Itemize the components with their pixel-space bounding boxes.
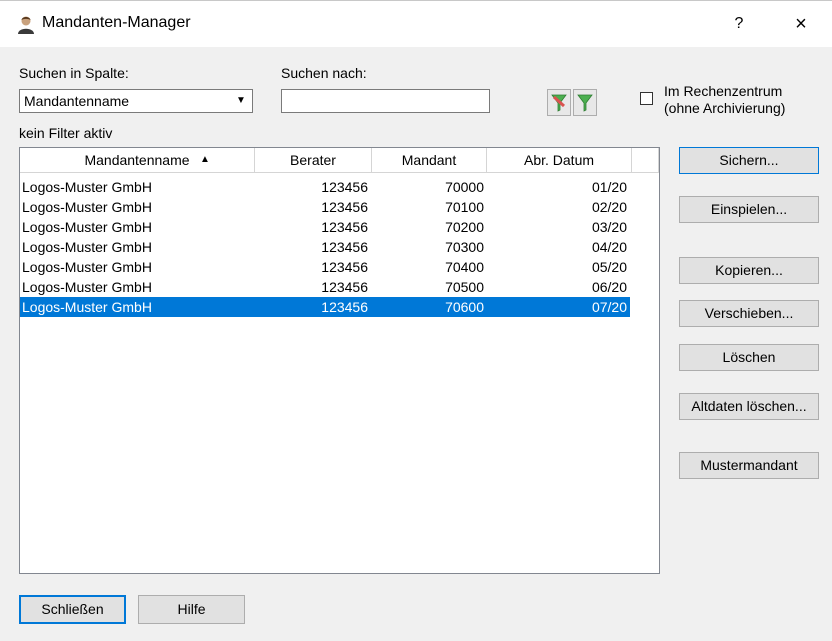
cell-name: Logos-Muster GmbH: [22, 279, 152, 295]
filter-button[interactable]: [573, 89, 597, 116]
verschieben-button[interactable]: Verschieben...: [679, 300, 819, 327]
filter-icon: [577, 94, 593, 112]
cell-mandant: 70200: [445, 219, 484, 235]
table-row[interactable]: Logos-Muster GmbH 123456 70200 03/20: [20, 217, 630, 237]
table-row[interactable]: Logos-Muster GmbH 123456 70000 01/20: [20, 177, 630, 197]
table-row[interactable]: Logos-Muster GmbH 123456 70400 05/20: [20, 257, 630, 277]
filter-status: kein Filter aktiv: [19, 125, 113, 141]
cell-mandant: 70300: [445, 239, 484, 255]
cell-berater: 123456: [321, 179, 368, 195]
table-row[interactable]: Logos-Muster GmbH 123456 70300 04/20: [20, 237, 630, 257]
mustermandant-button[interactable]: Mustermandant: [679, 452, 819, 479]
column-header-label: Mandantenname: [84, 152, 190, 168]
cell-name: Logos-Muster GmbH: [22, 199, 152, 215]
cell-datum: 01/20: [591, 179, 627, 195]
cell-mandant: 70100: [445, 199, 484, 215]
search-term-input[interactable]: [281, 89, 490, 113]
search-term-label: Suchen nach:: [281, 65, 367, 81]
column-header-abr-datum[interactable]: Abr. Datum: [487, 148, 632, 173]
loeschen-button[interactable]: Löschen: [679, 344, 819, 371]
einspielen-button[interactable]: Einspielen...: [679, 196, 819, 223]
rechenzentrum-checkbox[interactable]: [640, 92, 653, 105]
cell-mandant: 70600: [445, 299, 484, 315]
column-header-berater[interactable]: Berater: [255, 148, 372, 173]
cell-datum: 04/20: [591, 239, 627, 255]
cell-name: Logos-Muster GmbH: [22, 259, 152, 275]
cell-mandant: 70000: [445, 179, 484, 195]
cell-datum: 03/20: [591, 219, 627, 235]
sichern-button[interactable]: Sichern...: [679, 147, 819, 174]
cell-mandant: 70500: [445, 279, 484, 295]
altdaten-loeschen-button[interactable]: Altdaten löschen...: [679, 393, 819, 420]
hilfe-button[interactable]: Hilfe: [138, 595, 245, 624]
cell-berater: 123456: [321, 299, 368, 315]
column-header-mandantenname[interactable]: Mandantenname ▲: [20, 148, 255, 173]
help-title-button[interactable]: ?: [726, 11, 752, 37]
cell-name: Logos-Muster GmbH: [22, 239, 152, 255]
mandanten-manager-dialog: Mandanten-Manager ? × Suchen in Spalte: …: [0, 0, 832, 641]
mandanten-table[interactable]: Mandantenname ▲ Berater Mandant Abr. Dat…: [19, 147, 660, 574]
rechenzentrum-label: Im Rechenzentrum (ohne Archivierung): [664, 83, 785, 117]
filter-apply-icon: [551, 94, 567, 112]
search-column-value: Mandantenname: [24, 93, 130, 109]
cell-berater: 123456: [321, 259, 368, 275]
cell-datum: 07/20: [591, 299, 627, 315]
kopieren-button[interactable]: Kopieren...: [679, 257, 819, 284]
rechenzentrum-label-line2: (ohne Archivierung): [664, 100, 786, 116]
cell-berater: 123456: [321, 199, 368, 215]
cell-name: Logos-Muster GmbH: [22, 179, 152, 195]
user-icon: [18, 16, 34, 34]
cell-mandant: 70400: [445, 259, 484, 275]
title-bar: Mandanten-Manager ? ×: [0, 1, 832, 47]
window-title: Mandanten-Manager: [42, 14, 191, 31]
cell-name: Logos-Muster GmbH: [22, 219, 152, 235]
search-column-select[interactable]: Mandantenname ▼: [19, 89, 253, 113]
sort-ascending-icon: ▲: [200, 154, 210, 165]
apply-filter-button[interactable]: [547, 89, 571, 116]
cell-datum: 02/20: [591, 199, 627, 215]
cell-berater: 123456: [321, 279, 368, 295]
table-row-selected[interactable]: Logos-Muster GmbH 123456 70600 07/20: [20, 297, 630, 317]
cell-berater: 123456: [321, 219, 368, 235]
cell-datum: 06/20: [591, 279, 627, 295]
chevron-down-icon[interactable]: ▼: [232, 92, 250, 110]
cell-datum: 05/20: [591, 259, 627, 275]
cell-name: Logos-Muster GmbH: [22, 299, 152, 315]
rechenzentrum-label-line1: Im Rechenzentrum: [664, 83, 783, 99]
cell-berater: 123456: [321, 239, 368, 255]
close-button[interactable]: ×: [788, 11, 814, 37]
schliessen-button[interactable]: Schließen: [19, 595, 126, 624]
column-header-filler: [632, 148, 659, 173]
table-row[interactable]: Logos-Muster GmbH 123456 70500 06/20: [20, 277, 630, 297]
column-header-mandant[interactable]: Mandant: [372, 148, 487, 173]
search-column-label: Suchen in Spalte:: [19, 65, 129, 81]
table-row[interactable]: Logos-Muster GmbH 123456 70100 02/20: [20, 197, 630, 217]
